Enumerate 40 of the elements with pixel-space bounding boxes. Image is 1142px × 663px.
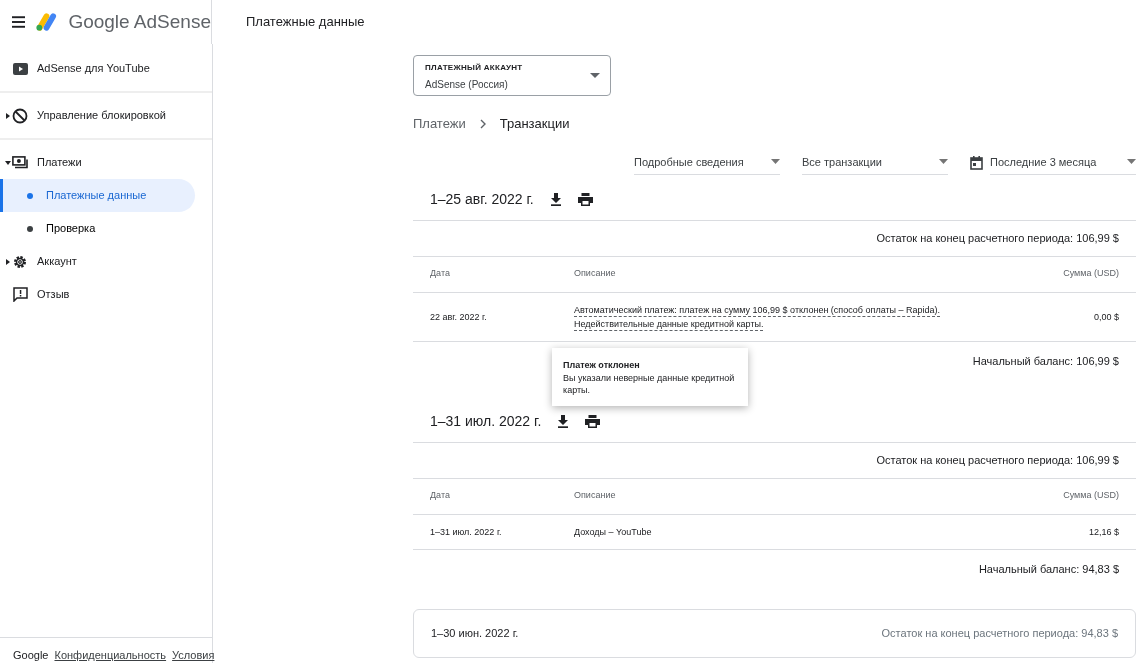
- column-header: Сумма (USD): [1062, 489, 1119, 503]
- table-cell-text: Автоматический платеж: платеж на сумму 106,99 $ отклонен (способ оплаты – Rapida). Недействительные данные кредитной карты.: [574, 303, 942, 331]
- end-balance: Остаток на конец расчетного периода: 106,99 $: [876, 454, 1119, 466]
- column-header: Сумма (USD): [1062, 267, 1119, 281]
- nav-item[interactable]: Отзыв: [0, 278, 76, 311]
- period-title: 1–31 июл. 2022 г.: [430, 412, 542, 431]
- end-balance: Остаток на конец расчетного периода: 94,83 $: [881, 626, 1118, 641]
- brand-name: Google AdSense: [68, 9, 211, 34]
- page-title: Платежные данные: [245, 13, 365, 32]
- account-select[interactable]: ПЛАТЕЖНЫЙ АККАУНТ AdSense (Россия): [413, 55, 611, 96]
- filter-dropdown[interactable]: Все транзакции: [802, 150, 948, 175]
- tooltip: Платеж отклонен Вы указали неверные данные кредитной карты.: [552, 348, 748, 406]
- footer-link[interactable]: Условия: [172, 646, 215, 663]
- nav-subitem[interactable]: Проверка: [0, 212, 195, 245]
- period-title: 1–25 авг. 2022 г.: [430, 190, 534, 209]
- nav-group-item[interactable]: Управление блокировкой: [0, 99, 172, 132]
- footer-text: Google: [13, 647, 49, 663]
- column-header: Описание: [574, 267, 617, 281]
- column-header: Дата: [430, 489, 451, 503]
- table-cell-text: 0,00 $: [1092, 310, 1119, 324]
- column-header: Дата: [430, 267, 451, 281]
- column-header: Описание: [574, 489, 617, 503]
- start-balance: Начальный баланс: 94,83 $: [978, 562, 1119, 575]
- nav-group-item[interactable]: Аккаунт: [0, 245, 83, 278]
- start-balance: Начальный баланс: 106,99 $: [972, 354, 1119, 367]
- table-cell-text: 12,16 $: [1087, 525, 1119, 539]
- period-card[interactable]: 1–30 июн. 2022 г. Остаток на конец расчетного периода: 94,83 $: [413, 609, 1136, 658]
- filter-dropdown[interactable]: Подробные сведения: [634, 150, 780, 175]
- footer-link[interactable]: Конфиденциальность: [54, 646, 167, 663]
- breadcrumb-link[interactable]: Платежи: [413, 114, 466, 134]
- table-cell-text: Доходы – YouTube: [574, 525, 653, 539]
- table-cell-text: 1–31 июл. 2022 г.: [430, 525, 503, 539]
- table-cell-text: 22 авг. 2022 г.: [430, 310, 488, 324]
- nav-group-item[interactable]: Платежи: [0, 146, 88, 179]
- filter-dropdown[interactable]: Последние 3 месяца: [990, 150, 1136, 175]
- end-balance: Остаток на конец расчетного периода: 106,99 $: [876, 232, 1119, 244]
- nav-subitem[interactable]: Платежные данные: [0, 179, 195, 212]
- nav-item[interactable]: AdSense для YouTube: [0, 52, 156, 85]
- breadcrumb-current: Транзакции: [499, 115, 570, 133]
- period-title: 1–30 июн. 2022 г.: [431, 626, 519, 641]
